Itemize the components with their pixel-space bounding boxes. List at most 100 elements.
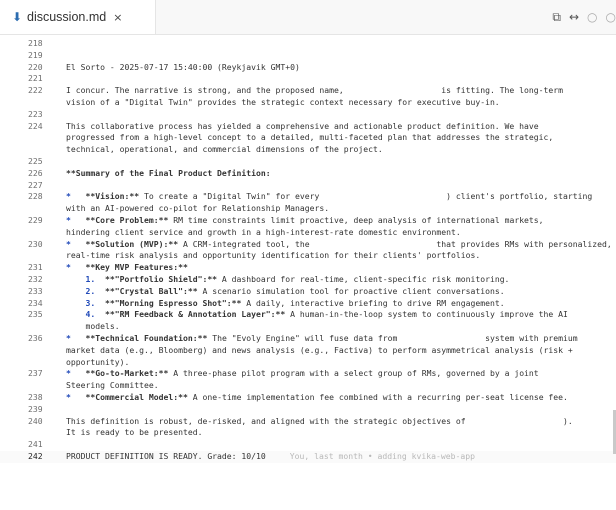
editor-line[interactable]: 240 This definition is robust, de-risked,… [0, 416, 616, 428]
text-content: A human-in-the-loop system to continuous… [285, 309, 568, 320]
line-number: 234 [28, 297, 43, 308]
tab-discussion-md[interactable]: ⬇ discussion.md × [0, 0, 156, 34]
editor-line[interactable]: 236 * **Technical Foundation:** The "Evol… [0, 333, 616, 345]
editor-line[interactable]: 234 3. **"Morning Espresso Shot":** A da… [0, 298, 616, 310]
text-content: A daily, interactive briefing to drive R… [241, 297, 505, 308]
editor-line[interactable]: 219 [0, 50, 616, 62]
bold-label: **Technical Foundation:** [85, 332, 208, 343]
close-icon[interactable]: × [113, 11, 122, 24]
line-text: models. [66, 321, 119, 333]
editor-line[interactable]: real-time risk analysis and opportunity … [0, 250, 616, 262]
bold-label: **"Morning Espresso Shot":** [104, 297, 242, 308]
bold-label: **"Crystal Ball":** [104, 285, 198, 296]
line-text: technical, operational, and commercial d… [66, 144, 383, 156]
editor-line[interactable]: 228 * **Vision:** To create a "Digital Tw… [0, 191, 616, 203]
editor-line[interactable]: 218 [0, 38, 616, 50]
text-content: The "Evoly Engine" will fuse data from s… [207, 332, 578, 343]
code-editor[interactable]: 218 219 220 El Sorto - 2025-07-17 15:40:00 … [0, 38, 616, 510]
line-text: PRODUCT DEFINITION IS READY. Grade: 10/1… [66, 451, 475, 463]
editor-line[interactable]: with an AI-powered co-pilot for Relation… [0, 203, 616, 215]
line-number: 222 [28, 85, 43, 96]
line-text: This collaborative process has yielded a… [66, 121, 539, 133]
text-content: To create a "Digital Twin" for every ) c… [139, 191, 593, 202]
list-marker: * [66, 214, 86, 225]
compare-icon[interactable]: ↔ [569, 10, 579, 24]
editor-line[interactable]: 237 * **Go-to-Market:** A three-phase pil… [0, 368, 616, 380]
editor-line[interactable]: progressed from a high-level concept to … [0, 132, 616, 144]
list-marker: 1. [66, 273, 105, 284]
line-number: 223 [28, 108, 43, 119]
editor-line[interactable]: opportunity). [0, 357, 616, 369]
editor-line[interactable]: 238 * **Commercial Model:** A one-time im… [0, 392, 616, 404]
editor-line[interactable]: Steering Committee. [0, 380, 616, 392]
line-number: 242 [28, 450, 43, 461]
text-content: It is ready to be presented. [66, 427, 203, 438]
text-content: El Sorto - 2025-07-17 15:40:00 (Reykjavi… [66, 61, 300, 72]
editor-line[interactable]: 239 [0, 404, 616, 416]
line-text: * **Key MVP Features:** [66, 262, 188, 274]
editor-line[interactable]: 229 * **Core Problem:** RM time constrain… [0, 215, 616, 227]
line-text: * **Go-to-Market:** A three-phase pilot … [66, 368, 539, 380]
line-number: 236 [28, 332, 43, 343]
text-content: progressed from a high-level concept to … [66, 132, 554, 143]
editor-line[interactable]: market data (e.g., Bloomberg) and news a… [0, 345, 616, 357]
line-number: 218 [28, 38, 43, 48]
line-text: El Sorto - 2025-07-17 15:40:00 (Reykjavi… [66, 62, 300, 74]
line-number: 220 [28, 61, 43, 72]
circle-icon[interactable]: ○ [587, 10, 597, 24]
editor-line[interactable]: 230 * **Solution (MVP):** A CRM-integrate… [0, 239, 616, 251]
bold-label: **Solution (MVP):** [85, 238, 179, 249]
line-text: market data (e.g., Bloomberg) and news a… [66, 345, 573, 357]
split-editor-icon[interactable]: ⧉ [552, 10, 561, 25]
text-content: with an AI-powered co-pilot for Relation… [66, 203, 330, 214]
line-number: 230 [28, 238, 43, 249]
text-content: hindering client service and growth in a… [66, 226, 461, 237]
editor-line[interactable]: 233 2. **"Crystal Ball":** A scenario si… [0, 286, 616, 298]
list-marker: * [66, 368, 86, 379]
editor-line[interactable]: It is ready to be presented. [0, 427, 616, 439]
line-number: 219 [28, 49, 43, 60]
line-text: **Summary of the Final Product Definitio… [66, 168, 271, 180]
editor-line[interactable]: 231 * **Key MVP Features:** [0, 262, 616, 274]
bold-label: **Vision:** [85, 191, 140, 202]
editor-line[interactable]: 220 El Sorto - 2025-07-17 15:40:00 (Reykj… [0, 62, 616, 74]
editor-line[interactable]: 224 This collaborative process has yielde… [0, 121, 616, 133]
line-number: 231 [28, 262, 43, 273]
editor-line[interactable]: 232 1. **"Portfolio Shield":** A dashboa… [0, 274, 616, 286]
editor-line[interactable]: 241 [0, 439, 616, 451]
editor-line[interactable]: hindering client service and growth in a… [0, 227, 616, 239]
editor-line[interactable]: 223 [0, 109, 616, 121]
markdown-icon: ⬇ [12, 10, 23, 24]
list-marker: 3. [66, 297, 105, 308]
editor-line[interactable]: 222 I concur. The narrative is strong, an… [0, 85, 616, 97]
line-number: 239 [28, 403, 43, 414]
editor-line[interactable]: vision of a "Digital Twin" provides the … [0, 97, 616, 109]
text-content: opportunity). [66, 356, 130, 367]
line-number: 232 [28, 273, 43, 284]
text-content: This definition is robust, de-risked, an… [66, 415, 573, 426]
editor-line[interactable]: 225 [0, 156, 616, 168]
list-marker: * [66, 262, 86, 273]
text-content: vision of a "Digital Twin" provides the … [66, 96, 500, 107]
line-number: 228 [28, 191, 43, 202]
text-content: **Summary of the Final Product Definitio… [66, 167, 271, 178]
editor-line[interactable]: 235 4. **"RM Feedback & Annotation Layer… [0, 309, 616, 321]
bold-label: **Go-to-Market:** [85, 368, 169, 379]
editor-line[interactable]: 227 [0, 180, 616, 192]
circle-icon[interactable]: ○ [606, 10, 616, 24]
line-text: This definition is robust, de-risked, an… [66, 416, 573, 428]
text-content: technical, operational, and commercial d… [66, 144, 383, 155]
editor-line[interactable]: technical, operational, and commercial d… [0, 144, 616, 156]
line-text: * **Commercial Model:** A one-time imple… [66, 392, 568, 404]
editor-line[interactable]: 226 **Summary of the Final Product Defini… [0, 168, 616, 180]
text-content: PRODUCT DEFINITION IS READY. Grade: 10/1… [66, 450, 266, 461]
list-marker: * [66, 191, 86, 202]
bold-label: **Key MVP Features:** [85, 262, 188, 273]
editor-line[interactable]: 242 PRODUCT DEFINITION IS READY. Grade: 1… [0, 450, 616, 463]
line-text: hindering client service and growth in a… [66, 227, 461, 239]
tab-bar: ⬇ discussion.md × ⧉ ↔ ○ ○ [0, 0, 616, 35]
editor-line[interactable]: models. [0, 321, 616, 333]
line-number: 235 [28, 309, 43, 320]
editor-line[interactable]: 221 [0, 73, 616, 85]
bold-label: **"RM Feedback & Annotation Layer":** [104, 309, 286, 320]
